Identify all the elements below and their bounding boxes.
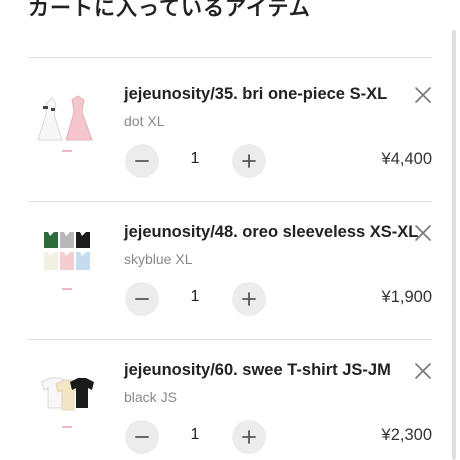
cart-item: jejeunosity/48. oreo sleeveless XS-XL sk… bbox=[0, 196, 460, 334]
product-name[interactable]: jejeunosity/48. oreo sleeveless XS-XL bbox=[124, 223, 418, 242]
item-price: ¥1,900 bbox=[381, 288, 432, 306]
product-name[interactable]: jejeunosity/60. swee T-shirt JS-JM bbox=[124, 361, 391, 380]
product-variant: black JS bbox=[124, 389, 177, 405]
close-icon[interactable] bbox=[413, 85, 433, 105]
decrease-quantity-button[interactable] bbox=[125, 420, 159, 454]
product-image-dress[interactable] bbox=[32, 84, 104, 156]
scrollbar[interactable] bbox=[452, 30, 456, 460]
increase-quantity-button[interactable] bbox=[232, 420, 266, 454]
cart-item: jejeunosity/35. bri one-piece S-XL dot X… bbox=[0, 58, 460, 196]
close-icon[interactable] bbox=[413, 361, 433, 381]
item-price: ¥4,400 bbox=[381, 150, 432, 168]
quantity-value: 1 bbox=[190, 426, 200, 443]
product-variant: dot XL bbox=[124, 113, 165, 129]
increase-quantity-button[interactable] bbox=[232, 282, 266, 316]
decrease-quantity-button[interactable] bbox=[125, 144, 159, 178]
quantity-value: 1 bbox=[190, 288, 200, 305]
product-image-tshirt[interactable] bbox=[32, 360, 104, 432]
quantity-value: 1 bbox=[190, 150, 200, 167]
decrease-quantity-button[interactable] bbox=[125, 282, 159, 316]
close-icon[interactable] bbox=[413, 223, 433, 243]
product-name[interactable]: jejeunosity/35. bri one-piece S-XL bbox=[124, 85, 387, 104]
page-title: カートに入っているアイテム bbox=[28, 0, 311, 20]
product-variant: skyblue XL bbox=[124, 251, 193, 267]
cart-item: jejeunosity/60. swee T-shirt JS-JM black… bbox=[0, 334, 460, 460]
product-image-sleeveless[interactable] bbox=[32, 222, 104, 294]
increase-quantity-button[interactable] bbox=[232, 144, 266, 178]
item-price: ¥2,300 bbox=[381, 426, 432, 444]
